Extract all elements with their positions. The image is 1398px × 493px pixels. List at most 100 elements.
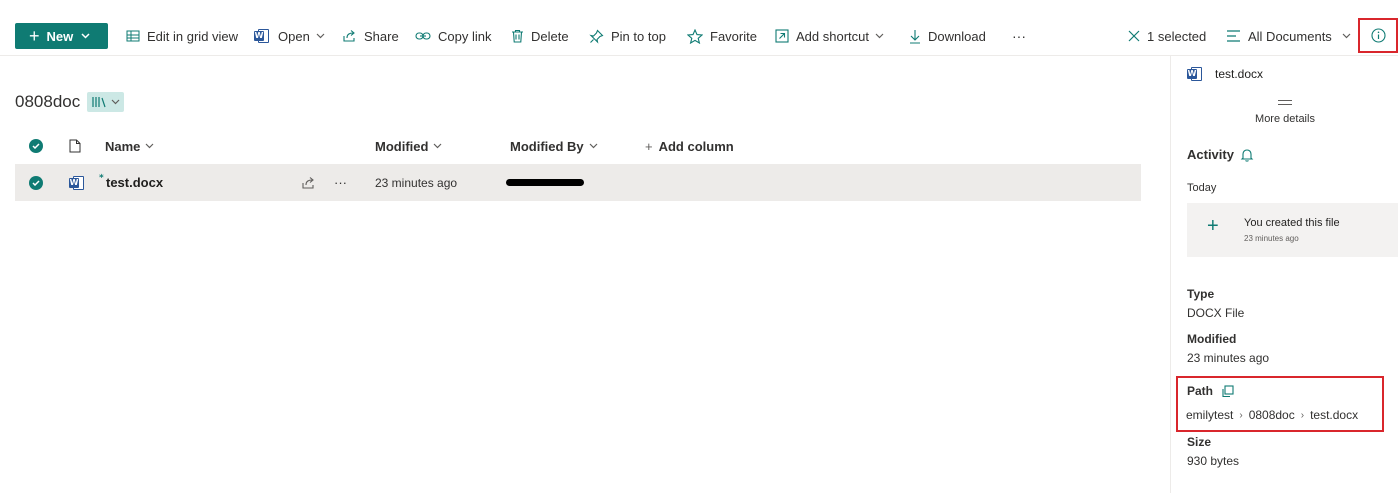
row-share-button[interactable] bbox=[301, 164, 316, 201]
view-selector-label: All Documents bbox=[1248, 28, 1332, 44]
trash-icon bbox=[512, 29, 523, 43]
command-bar: + New Edit in grid view W Open Share Cop… bbox=[0, 16, 1398, 56]
modified-by-cell bbox=[506, 164, 584, 201]
close-icon bbox=[1128, 30, 1140, 42]
activity-card: + You created this file 23 minutes ago bbox=[1187, 203, 1398, 257]
selected-count: 1 selected bbox=[1147, 28, 1207, 44]
file-type-cell: W bbox=[69, 164, 85, 201]
word-icon: W bbox=[1187, 66, 1203, 82]
more-details-label: More details bbox=[1255, 113, 1315, 125]
chevron-down-icon bbox=[589, 143, 598, 149]
modified-cell: 23 minutes ago bbox=[375, 164, 457, 201]
add-column-label: Add column bbox=[658, 138, 734, 154]
copy-link-button[interactable]: Copy link bbox=[415, 16, 491, 56]
today-label: Today bbox=[1187, 182, 1217, 194]
add-column-button[interactable]: + Add column bbox=[645, 130, 734, 162]
name-column-header[interactable]: Name bbox=[105, 130, 154, 162]
details-file-title: W test.docx bbox=[1187, 66, 1263, 82]
plus-icon: + bbox=[29, 26, 40, 46]
new-file-icon: ⁎ bbox=[99, 170, 104, 180]
more-actions-label: ··· bbox=[1012, 28, 1026, 44]
chevron-down-icon bbox=[316, 33, 325, 39]
info-pane-button[interactable] bbox=[1358, 18, 1398, 53]
share-icon bbox=[302, 176, 314, 189]
pin-to-top-button[interactable]: Pin to top bbox=[589, 16, 666, 56]
check-icon bbox=[29, 175, 43, 190]
clear-selection-button[interactable]: 1 selected bbox=[1128, 16, 1206, 56]
modified-by-column-header[interactable]: Modified By bbox=[510, 130, 598, 162]
select-all-checkbox[interactable] bbox=[29, 130, 43, 162]
delete-button[interactable]: Delete bbox=[511, 16, 569, 56]
chevron-down-icon bbox=[81, 33, 90, 39]
star-icon bbox=[687, 28, 703, 44]
info-icon bbox=[1370, 28, 1386, 43]
activity-label: Activity bbox=[1187, 147, 1234, 162]
share-button[interactable]: Share bbox=[342, 16, 399, 56]
path-highlight bbox=[1176, 376, 1384, 432]
view-selector[interactable]: All Documents bbox=[1226, 16, 1358, 56]
type-value: DOCX File bbox=[1187, 306, 1245, 320]
copy-link-label: Copy link bbox=[438, 28, 492, 44]
check-icon bbox=[29, 139, 43, 153]
modified-by-column-label: Modified By bbox=[510, 138, 584, 154]
chevron-down-icon bbox=[434, 143, 442, 149]
activity-time: 23 minutes ago bbox=[1244, 234, 1299, 243]
document-icon bbox=[69, 139, 81, 153]
path-segment[interactable]: test.docx bbox=[1310, 408, 1358, 422]
download-label: Download bbox=[928, 28, 986, 44]
path-segment[interactable]: emilytest bbox=[1186, 408, 1233, 422]
modified-label: Modified bbox=[1187, 332, 1237, 346]
share-label: Share bbox=[364, 28, 399, 44]
word-icon: W bbox=[254, 28, 270, 44]
add-shortcut-label: Add shortcut bbox=[796, 28, 869, 44]
plus-icon: + bbox=[1207, 215, 1219, 237]
row-more-button[interactable]: ··· bbox=[334, 164, 347, 201]
link-icon bbox=[415, 32, 431, 40]
more-details-icon bbox=[1278, 100, 1292, 105]
new-button[interactable]: + New bbox=[15, 23, 108, 49]
plus-icon: + bbox=[645, 138, 653, 154]
delete-label: Delete bbox=[531, 28, 569, 44]
table-row[interactable]: W ⁎ test.docx ··· 23 minutes ago bbox=[15, 164, 1141, 201]
open-button[interactable]: W Open bbox=[254, 16, 332, 56]
share-icon bbox=[343, 30, 355, 42]
new-button-label: New bbox=[46, 28, 74, 44]
download-button[interactable]: Download bbox=[909, 16, 986, 56]
shortcut-icon bbox=[775, 29, 789, 43]
redacted-name bbox=[506, 179, 584, 186]
open-label: Open bbox=[278, 28, 310, 44]
row-checkbox[interactable] bbox=[29, 164, 43, 201]
row-more-label: ··· bbox=[334, 175, 347, 190]
path-segment[interactable]: 0808doc bbox=[1249, 408, 1295, 422]
chevron-right-icon: › bbox=[1300, 409, 1305, 421]
library-header: 0808doc bbox=[15, 92, 125, 112]
download-icon bbox=[910, 29, 920, 44]
favorite-label: Favorite bbox=[710, 28, 757, 44]
list-icon bbox=[1227, 30, 1240, 42]
file-type-column-header[interactable] bbox=[69, 130, 81, 162]
add-shortcut-button[interactable]: Add shortcut bbox=[775, 16, 891, 56]
edit-grid-view-button[interactable]: Edit in grid view bbox=[126, 16, 238, 56]
chevron-right-icon: › bbox=[1239, 409, 1243, 421]
chevron-down-icon bbox=[875, 33, 884, 39]
modified-column-header[interactable]: Modified bbox=[375, 130, 442, 162]
file-name: test.docx bbox=[106, 175, 164, 190]
bell-icon[interactable] bbox=[1240, 148, 1254, 162]
chevron-down-icon bbox=[111, 99, 120, 105]
modified-value: 23 minutes ago bbox=[1187, 351, 1270, 365]
library-view-switcher[interactable] bbox=[87, 92, 125, 112]
modified-value: 23 minutes ago bbox=[375, 175, 458, 190]
pin-to-top-label: Pin to top bbox=[611, 28, 666, 44]
name-column-label: Name bbox=[105, 138, 141, 154]
favorite-button[interactable]: Favorite bbox=[687, 16, 757, 56]
library-title: 0808doc bbox=[15, 92, 81, 111]
modified-column-label: Modified bbox=[375, 138, 429, 154]
more-actions-button[interactable]: ··· bbox=[1012, 16, 1026, 56]
more-details-button[interactable]: More details bbox=[1171, 100, 1398, 125]
library-icon bbox=[92, 97, 106, 108]
file-name-link[interactable]: ⁎ test.docx bbox=[99, 164, 164, 201]
chevron-down-icon bbox=[145, 143, 154, 149]
grid-icon bbox=[126, 30, 140, 42]
size-label: Size bbox=[1187, 435, 1212, 449]
list-header: Name Modified Modified By + Add column bbox=[15, 130, 1141, 162]
